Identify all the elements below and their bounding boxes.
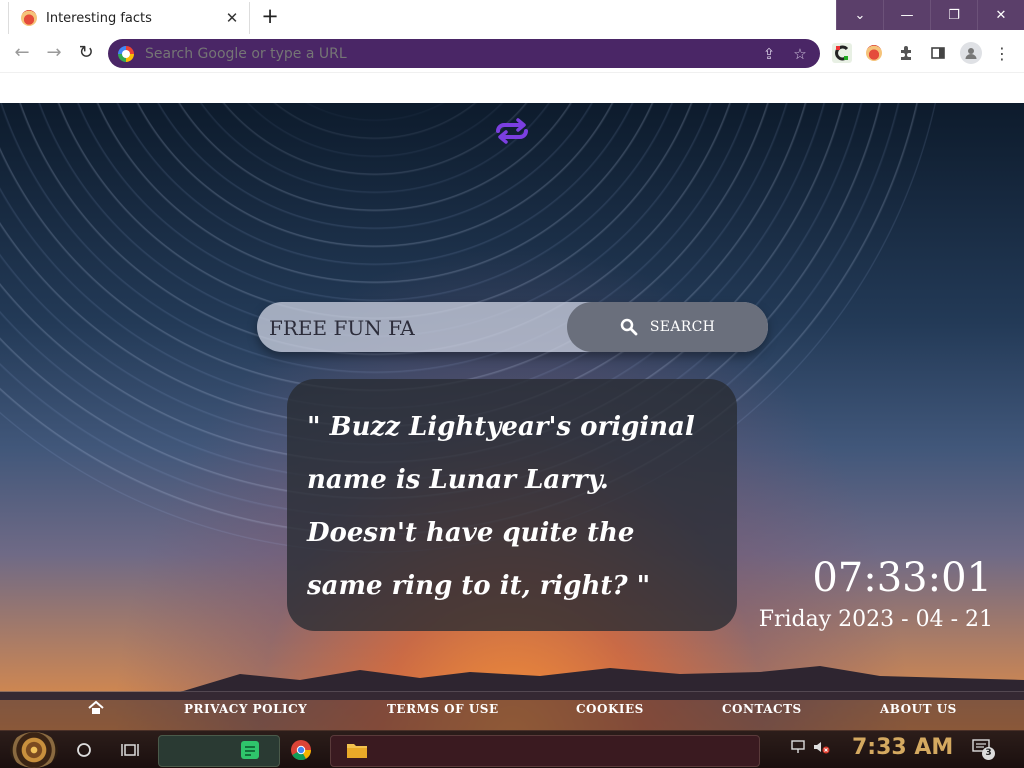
sticky-notes-icon[interactable] [238,738,262,762]
taskbar: 7:33 AM 3 [0,730,1024,768]
forward-icon[interactable]: → [42,41,66,65]
tab-search-button[interactable]: ⌄ [836,0,883,30]
start-button[interactable] [10,732,58,768]
network-icon[interactable] [790,740,806,758]
chrome-icon[interactable] [289,738,313,762]
search-icon [620,318,638,336]
site-favicon-icon [21,10,37,26]
search-button-label: SEARCH [649,319,716,335]
share-icon[interactable]: ⇪ [758,45,780,63]
browser-tab[interactable]: Interesting facts ✕ [8,2,250,34]
browser-toolbar: ← → ↻ ⇪ ☆ ⋮ [0,34,1024,73]
tab-title: Interesting facts [46,10,152,26]
minimize-button[interactable]: — [883,0,930,30]
cortana-icon[interactable] [72,738,96,762]
page-content: SEARCH " Buzz Lightyear's original name … [0,103,1024,730]
search-button[interactable]: SEARCH [567,302,768,352]
repeat-icon[interactable] [490,117,534,145]
bookmark-star-icon[interactable]: ☆ [789,45,811,63]
window-controls: ⌄ — ❐ ✕ [836,0,1024,30]
restore-button[interactable]: ❐ [930,0,977,30]
tab-strip: Interesting facts ✕ + ⌄ — ❐ ✕ [0,0,1024,34]
search-input[interactable] [267,311,561,345]
notifications-icon[interactable]: 3 [972,739,996,760]
address-bar[interactable]: ⇪ ☆ [108,39,820,68]
extension-c-icon[interactable] [832,43,852,63]
footer-link-about-us[interactable]: ABOUT US [880,702,957,716]
file-explorer-icon[interactable] [345,738,369,762]
profile-avatar-icon[interactable] [960,42,982,64]
search-bar: SEARCH [257,302,768,352]
address-input[interactable] [143,44,758,63]
home-icon[interactable] [87,699,105,717]
new-tab-button[interactable]: + [258,5,282,29]
digital-clock: 07:33:01 [812,555,992,601]
footer-link-cookies[interactable]: COOKIES [576,702,644,716]
notification-count-badge: 3 [982,747,995,760]
footer-link-terms-of-use[interactable]: TERMS OF USE [387,702,499,716]
task-view-icon[interactable] [118,738,142,762]
page-footer: PRIVACY POLICY TERMS OF USE COOKIES CONT… [0,691,1024,730]
google-icon [118,45,134,62]
more-menu-icon[interactable]: ⋮ [992,43,1012,63]
fact-card: " Buzz Lightyear's original name is Luna… [287,379,737,631]
taskbar-app-slot [330,735,760,767]
footer-link-contacts[interactable]: CONTACTS [722,702,802,716]
side-panel-icon[interactable] [928,43,948,63]
taskbar-clock[interactable]: 7:33 AM [852,735,953,760]
fact-text: " Buzz Lightyear's original name is Luna… [307,412,695,601]
back-icon[interactable]: ← [10,41,34,65]
reload-icon[interactable]: ↻ [74,41,98,65]
extensions-puzzle-icon[interactable] [896,43,916,63]
close-window-button[interactable]: ✕ [977,0,1024,30]
extension-facts-icon[interactable] [864,43,884,63]
footer-link-privacy-policy[interactable]: PRIVACY POLICY [184,702,307,716]
volume-muted-icon[interactable] [812,740,830,758]
close-tab-icon[interactable]: ✕ [221,9,243,27]
current-date: Friday 2023 - 04 - 21 [758,607,993,632]
